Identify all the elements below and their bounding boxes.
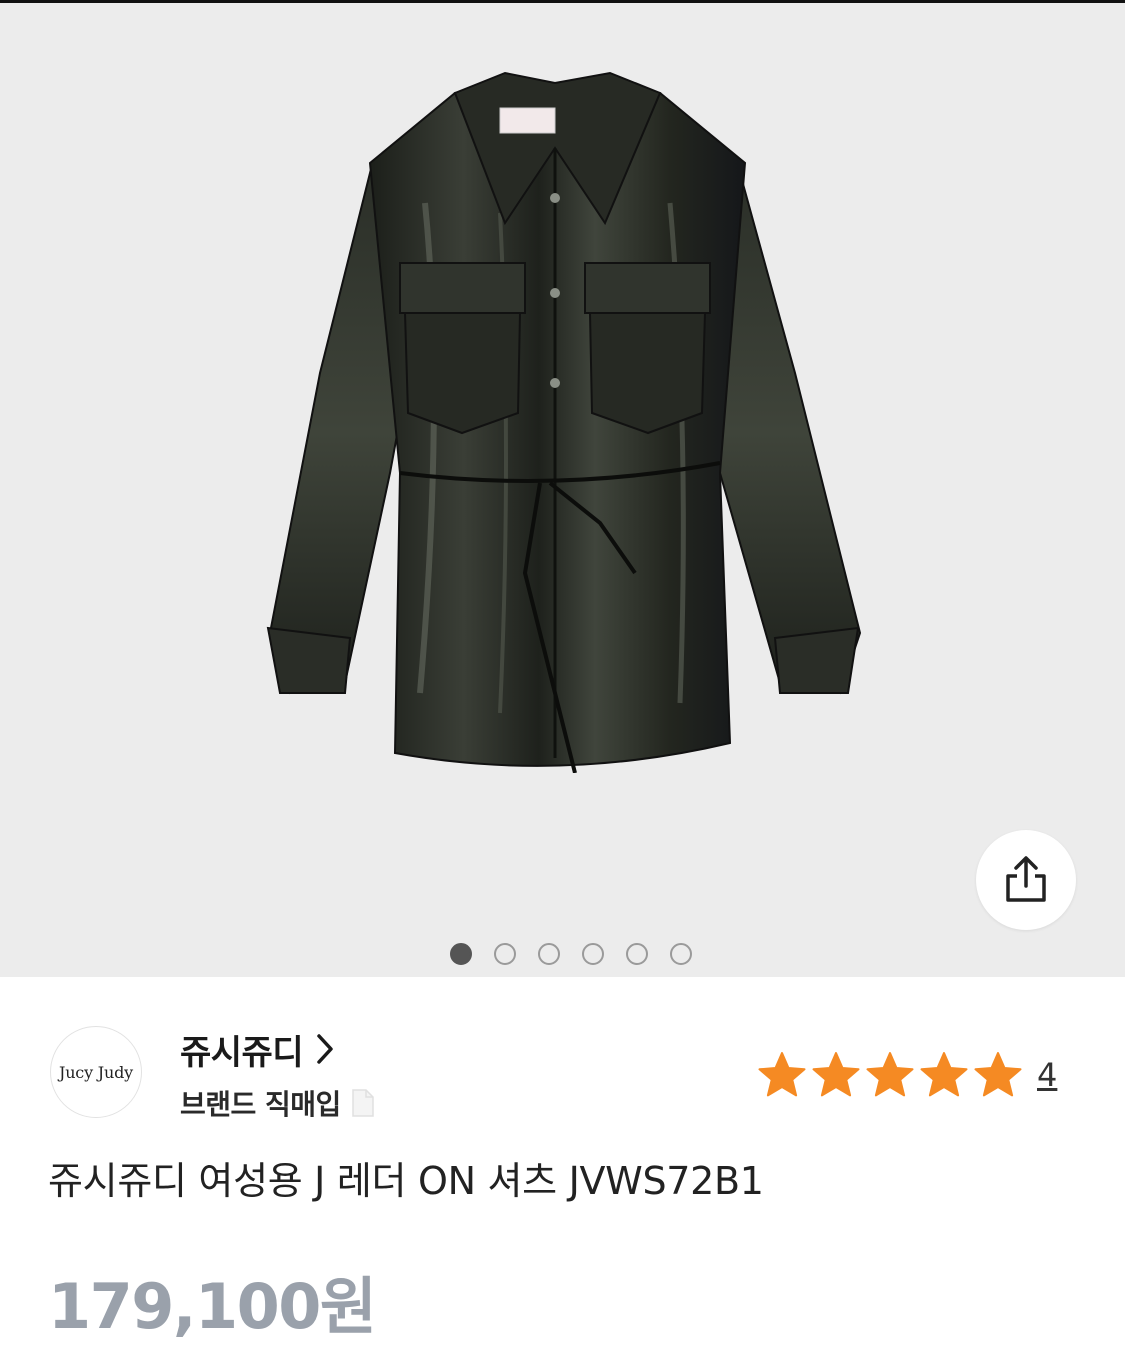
- review-count-link[interactable]: 4: [1037, 1056, 1057, 1094]
- brand-subtitle: 브랜드 직매입: [180, 1088, 341, 1121]
- star-rating: [757, 1051, 1023, 1099]
- star-icon: [758, 1052, 806, 1097]
- document-icon: [352, 1089, 374, 1117]
- pagination-dot-1[interactable]: [449, 943, 472, 965]
- pagination-dot-6[interactable]: [669, 943, 692, 965]
- share-button[interactable]: [976, 830, 1076, 930]
- star-icon: [812, 1052, 860, 1097]
- star-icon: [974, 1052, 1022, 1097]
- product-price: 179,100원: [48, 1270, 377, 1343]
- pagination-dot-3[interactable]: [537, 943, 560, 965]
- rating-summary[interactable]: 4: [757, 1050, 1057, 1100]
- star-icon: [866, 1052, 914, 1097]
- star-icon: [920, 1052, 968, 1097]
- brand-logo[interactable]: Jucy Judy: [50, 1026, 142, 1118]
- chevron-right-icon: [317, 1034, 333, 1064]
- product-title: 쥬시쥬디 여성용 J 레더 ON 셔츠 JVWS72B1: [48, 1159, 764, 1203]
- pagination-dot-5[interactable]: [625, 943, 648, 965]
- product-image-gallery[interactable]: [0, 3, 1125, 977]
- gallery-pagination: [0, 943, 1125, 965]
- brand-direct-badge: 브랜드 직매입: [180, 1080, 375, 1126]
- share-icon: [1006, 856, 1046, 902]
- pagination-dot-2[interactable]: [493, 943, 516, 965]
- brand-logo-text: Jucy Judy: [58, 1062, 133, 1082]
- pagination-dot-4[interactable]: [581, 943, 604, 965]
- product-image: [266, 71, 862, 773]
- brand-link[interactable]: 쥬시쥬디: [180, 1026, 335, 1073]
- brand-name: 쥬시쥬디: [180, 1032, 304, 1073]
